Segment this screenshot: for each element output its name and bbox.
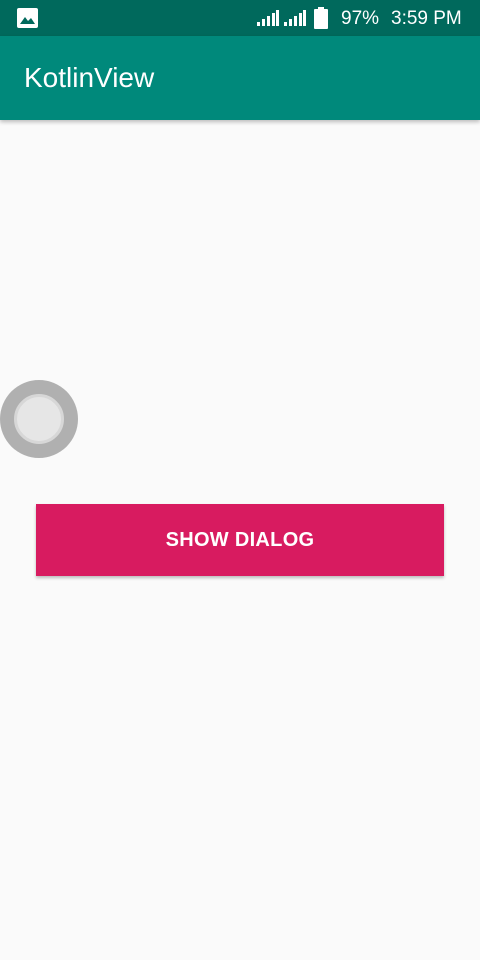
- show-dialog-button[interactable]: SHOW DIALOG: [36, 504, 444, 576]
- signal-icon: [257, 10, 279, 26]
- gallery-notification-icon: [17, 8, 38, 28]
- battery-icon: [314, 7, 328, 29]
- floating-circle-inner: [14, 394, 64, 444]
- app-bar: KotlinView: [0, 36, 480, 120]
- floating-circle-button[interactable]: [0, 380, 78, 458]
- battery-percentage: 97%: [341, 8, 380, 29]
- signal-icon: [284, 10, 306, 26]
- status-bar: 97% 3:59 PM: [0, 0, 480, 36]
- status-time: 3:59 PM: [391, 8, 462, 29]
- app-title: KotlinView: [24, 62, 155, 93]
